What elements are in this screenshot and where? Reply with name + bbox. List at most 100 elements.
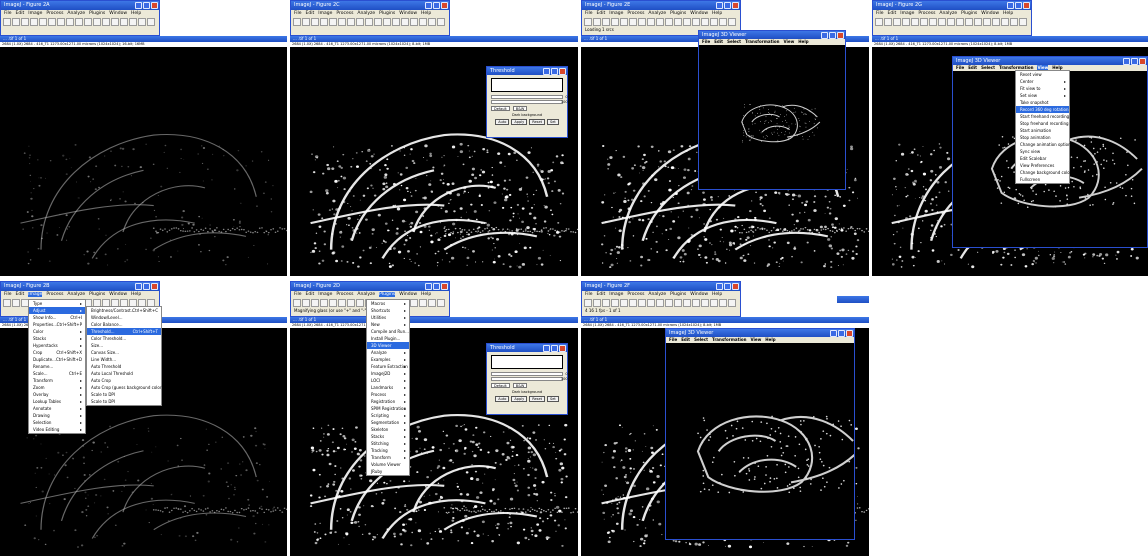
tool-line-icon[interactable] [329,18,337,26]
tool-poly-icon[interactable] [602,18,610,26]
mode-select[interactable]: B&W [512,383,528,388]
tool-custom1-icon[interactable] [692,18,700,26]
image-menu-item[interactable]: Lookup Tables ▸ [29,398,85,405]
adjust-submenu-item[interactable]: Auto Threshold [87,363,161,370]
tool-oval-icon[interactable] [12,299,20,307]
menu-help[interactable]: Help [421,11,431,16]
tool-wand-icon[interactable] [647,18,655,26]
menu-plugins[interactable]: Plugins [379,11,395,16]
image-menu-item[interactable]: Color ▸ [29,328,85,335]
tool-freehand-icon[interactable] [902,18,910,26]
plugins-menu-item[interactable]: Macros ▸ [367,300,409,307]
minimize-button[interactable] [425,2,432,9]
viewer-menu-file[interactable]: File [702,39,710,44]
menu-help[interactable]: Help [131,11,141,16]
image-menu-item[interactable]: Type ▸ [29,300,85,307]
tool-zoom-icon[interactable] [374,18,382,26]
close-button[interactable] [732,2,739,9]
tool-text-icon[interactable] [656,299,664,307]
tool-custom4-icon[interactable] [719,299,727,307]
view-menu-item[interactable]: Fit view to ▸ [1016,85,1069,92]
minimize-button[interactable] [716,2,723,9]
tool-custom5-icon[interactable] [437,299,445,307]
tool-line-icon[interactable] [329,299,337,307]
view-menu-item[interactable]: View Preferences [1016,162,1069,169]
menu-window[interactable]: Window [399,11,417,16]
tool-hand-icon[interactable] [383,18,391,26]
menu-image[interactable]: Image [28,11,42,16]
menu-window[interactable]: Window [109,11,127,16]
image-menu-item[interactable]: Drawing ▸ [29,412,85,419]
menu-process[interactable]: Process [46,292,63,297]
image-menu-item[interactable]: Overlay ▸ [29,391,85,398]
viewer-menu-select[interactable]: Select [727,39,741,44]
menu-image[interactable]: Image [28,292,43,297]
tool-line-icon[interactable] [620,299,628,307]
menu-window[interactable]: Window [399,292,417,297]
method-select[interactable]: Default [491,106,510,111]
set-button[interactable]: Set [547,396,559,402]
tool-angle-icon[interactable] [629,299,637,307]
reset-button[interactable]: Reset [529,119,546,125]
view-menu-item[interactable]: Stop freehand recording [1016,120,1069,127]
image-menu-item[interactable]: Annotate ▸ [29,405,85,412]
dark-background-checkbox[interactable]: Dark background [487,113,567,117]
tool-angle-icon[interactable] [338,299,346,307]
menu-image[interactable]: Image [609,11,623,16]
tool-freehand-icon[interactable] [611,18,619,26]
apply-button[interactable]: Apply [511,396,528,402]
menu-image[interactable]: Image [318,11,332,16]
adjust-submenu-item[interactable]: Line Width... [87,356,161,363]
viewer-menu-file[interactable]: File [956,65,964,70]
tool-poly-icon[interactable] [311,299,319,307]
plugins-menu-item[interactable]: Stacks ▸ [367,433,409,440]
close-button[interactable] [151,283,158,290]
tool-custom1-icon[interactable] [111,18,119,26]
tool-hand-icon[interactable] [965,18,973,26]
menu-edit[interactable]: Edit [597,11,606,16]
tool-custom5-icon[interactable] [147,18,155,26]
maximize-button[interactable] [433,283,440,290]
menu-process[interactable]: Process [46,11,63,16]
view-menu-item[interactable]: Take snapshot [1016,99,1069,106]
minimize-button[interactable] [830,330,837,337]
image-menu-item[interactable]: Properties... Ctrl+Shift+P [29,321,85,328]
tool-custom1-icon[interactable] [692,299,700,307]
tool-point-icon[interactable] [638,299,646,307]
tool-dropper-icon[interactable] [683,18,691,26]
tool-custom4-icon[interactable] [1010,18,1018,26]
tool-line-icon[interactable] [911,18,919,26]
tool-wand-icon[interactable] [66,18,74,26]
threshold-slider-upper[interactable]: 100 % [491,377,572,381]
tool-angle-icon[interactable] [48,18,56,26]
menu-plugins[interactable]: Plugins [670,292,686,297]
adjust-submenu-item[interactable]: Color Balance... [87,321,161,328]
adjust-submenu-item[interactable]: Size... [87,342,161,349]
plugins-menu-item[interactable]: Volume Viewer [367,461,409,468]
adjust-submenu-item[interactable]: Brightness/Contrast... Ctrl+Shift+C [87,307,161,314]
tool-angle-icon[interactable] [629,18,637,26]
menu-edit[interactable]: Edit [16,11,25,16]
tool-custom4-icon[interactable] [719,18,727,26]
menu-file[interactable]: File [4,11,12,16]
tool-zoom-icon[interactable] [665,18,673,26]
menu-plugins[interactable]: Plugins [670,11,686,16]
tool-custom5-icon[interactable] [728,299,736,307]
tool-point-icon[interactable] [347,18,355,26]
image-menu-item[interactable]: Rename... [29,363,85,370]
adjust-submenu-item[interactable]: Auto Local Threshold [87,370,161,377]
mode-select[interactable]: B&W [512,106,528,111]
minimize-button[interactable] [543,345,550,352]
adjust-submenu-item[interactable]: Scale to DPI [87,398,161,405]
maximize-button[interactable] [551,345,558,352]
minimize-button[interactable] [1007,2,1014,9]
minimize-button[interactable] [425,283,432,290]
tool-custom4-icon[interactable] [428,18,436,26]
viewer-menu-file[interactable]: File [669,337,677,342]
set-button[interactable]: Set [547,119,559,125]
viewer-menu-edit[interactable]: Edit [968,65,977,70]
tool-text-icon[interactable] [365,18,373,26]
menu-help[interactable]: Help [1003,11,1013,16]
close-button[interactable] [559,345,566,352]
viewer-canvas[interactable] [699,45,845,189]
